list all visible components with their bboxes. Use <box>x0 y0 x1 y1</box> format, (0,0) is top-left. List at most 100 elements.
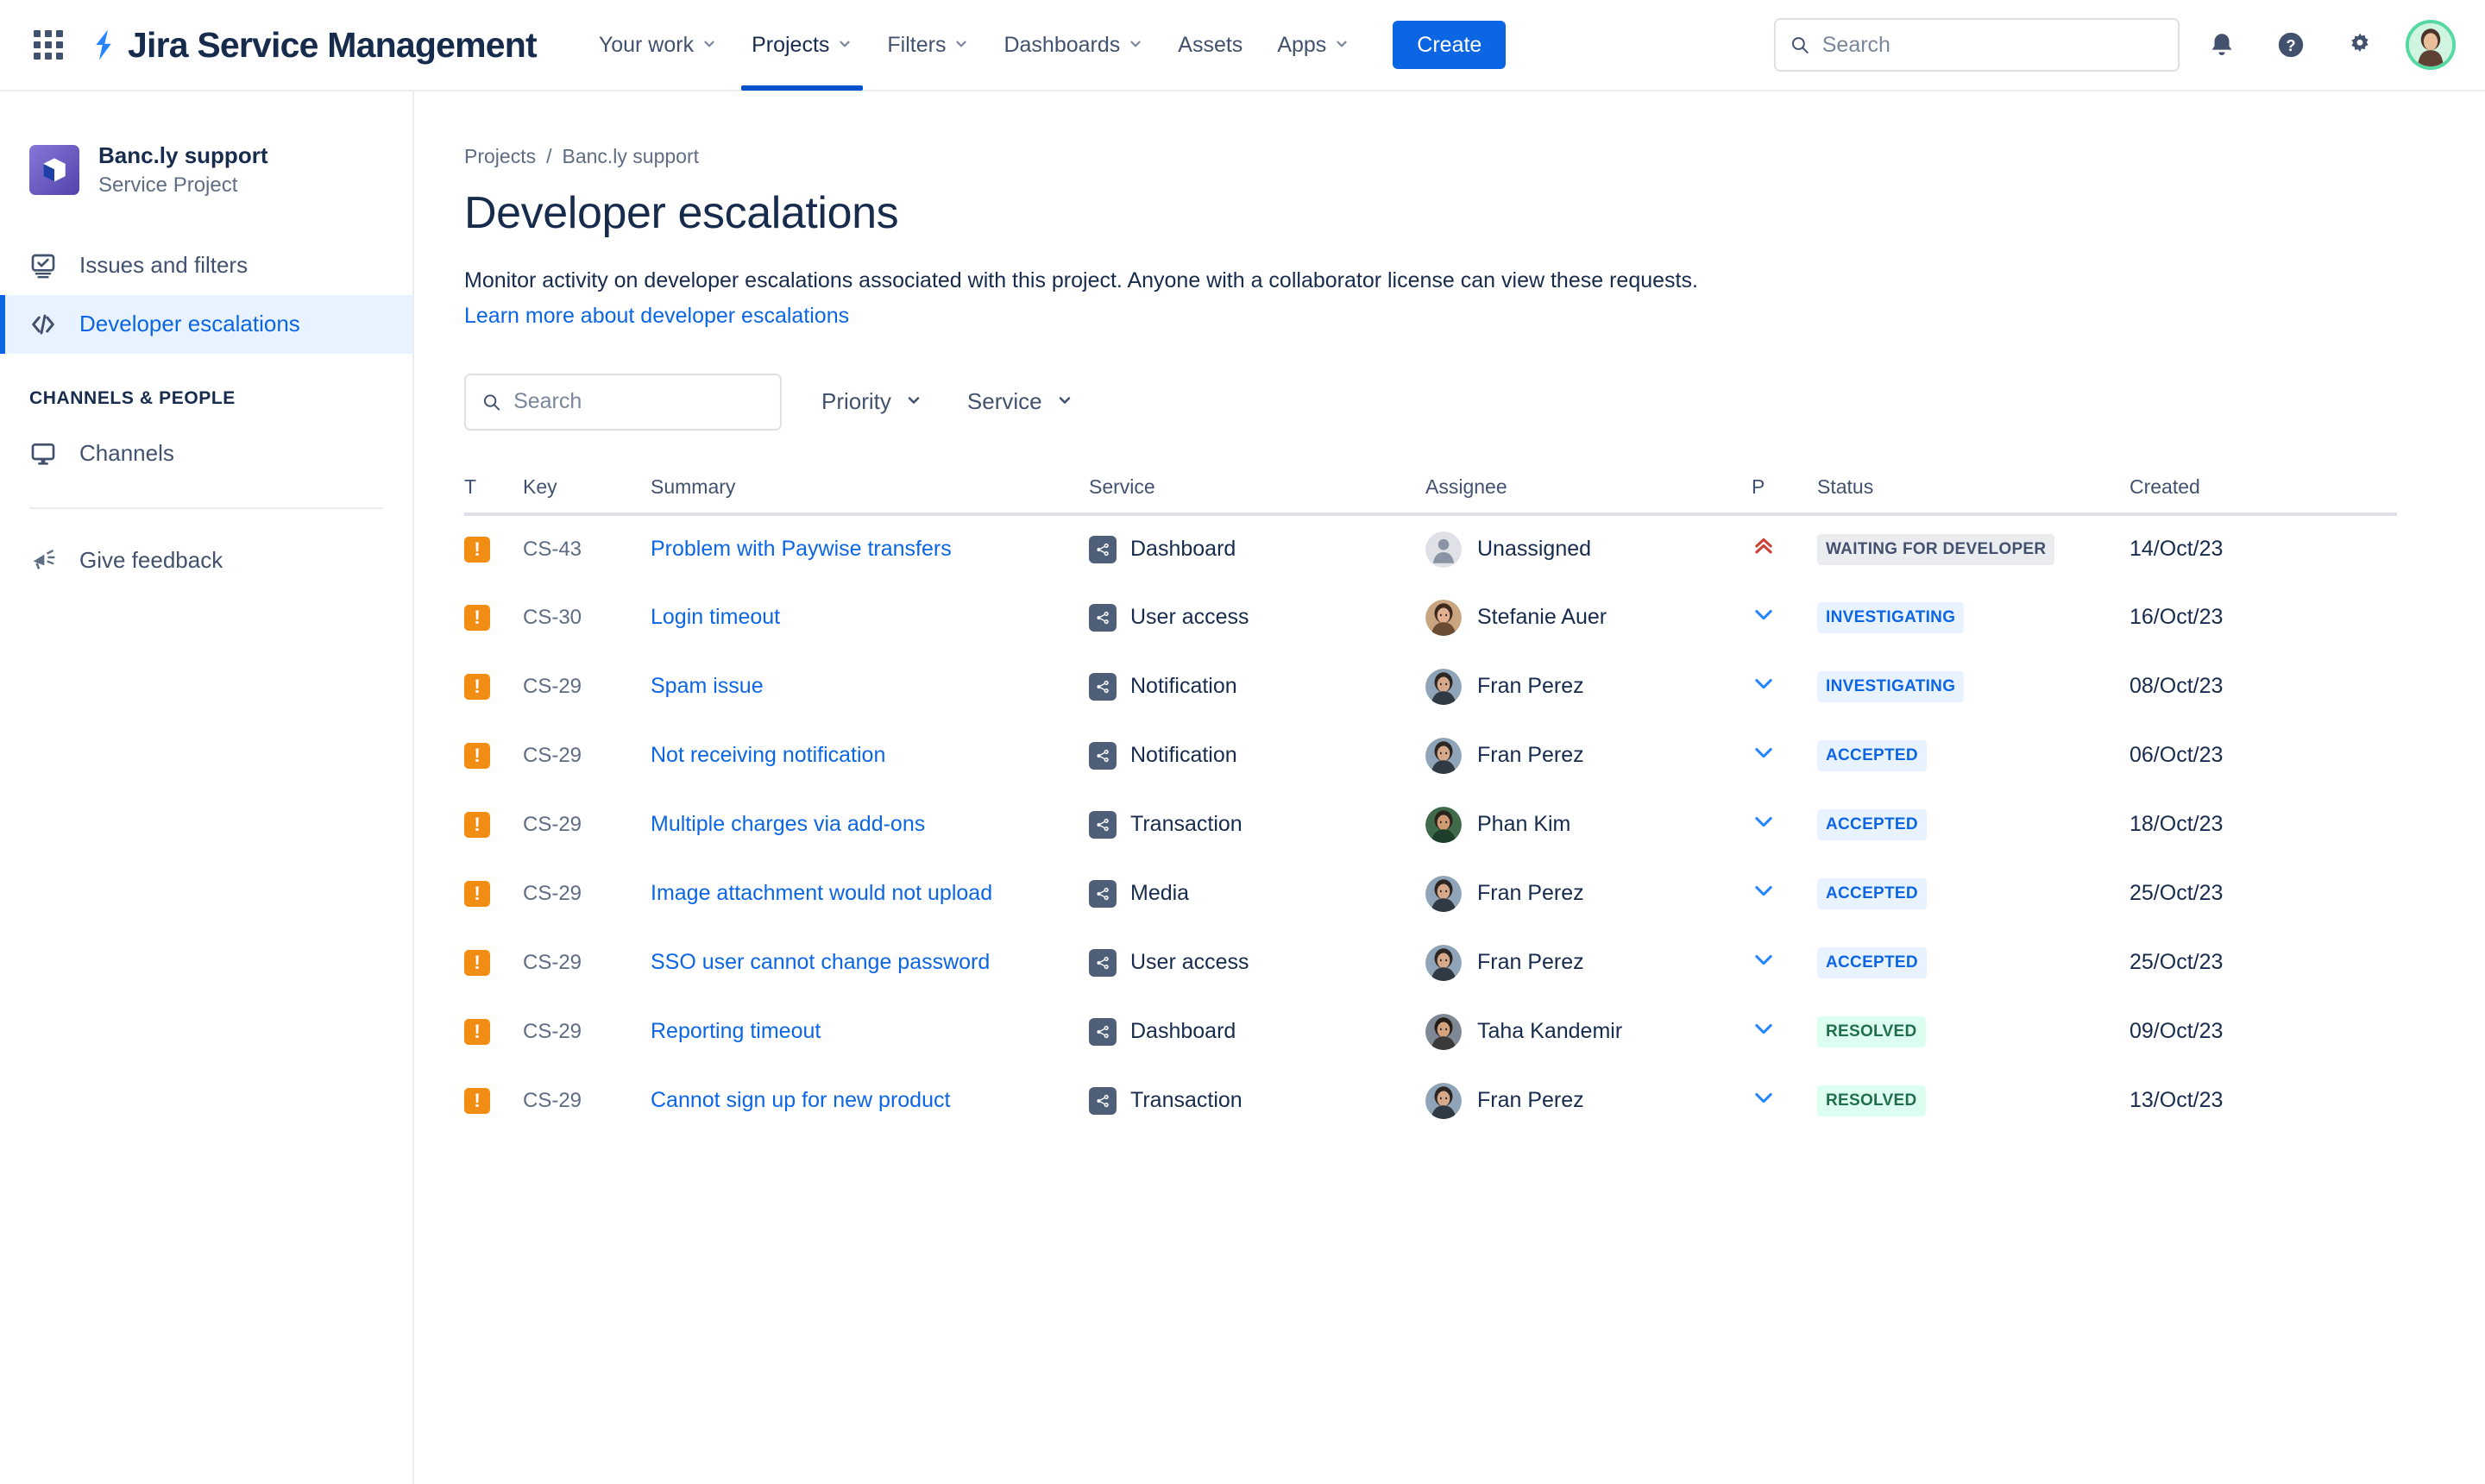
create-button[interactable]: Create <box>1393 21 1507 69</box>
assignee-name: Fran Perez <box>1477 1088 1584 1113</box>
sidebar-item-developer-escalations[interactable]: Developer escalations <box>0 294 412 354</box>
table-row[interactable]: ! CS-29 Image attachment would not upload M… <box>464 859 2397 928</box>
avatar <box>1425 737 1462 774</box>
cell-assignee: Fran Perez <box>1425 859 1752 928</box>
issue-summary-link[interactable]: Login timeout <box>651 605 780 629</box>
table-row[interactable]: ! CS-29 Reporting timeout Dashboard Taha Kan… <box>464 997 2397 1066</box>
brand-title: Jira Service Management <box>128 24 538 65</box>
status-badge: ACCEPTED <box>1817 877 1927 909</box>
avatar <box>1425 531 1462 568</box>
issue-summary-link[interactable]: Problem with Paywise transfers <box>651 537 952 561</box>
breadcrumb-item-project[interactable]: Banc.ly support <box>562 145 699 168</box>
column-header-priority[interactable]: P <box>1752 475 1817 516</box>
escalation-type-icon: ! <box>464 1018 490 1045</box>
brand-home-link[interactable]: Jira Service Management <box>86 24 538 66</box>
apps-grid-icon[interactable] <box>29 26 67 64</box>
global-search-box[interactable] <box>1774 18 2180 72</box>
learn-more-link[interactable]: Learn more about developer escalations <box>464 304 849 329</box>
table-row[interactable]: ! CS-43 Problem with Paywise transfers Dash… <box>464 514 2397 583</box>
service-name: Notification <box>1130 674 1237 699</box>
cell-assignee: Taha Kandemir <box>1425 997 1752 1066</box>
cell-key: CS-29 <box>523 1066 651 1135</box>
issue-key: CS-29 <box>523 744 582 768</box>
nav-item-label: Dashboards <box>1003 32 1121 57</box>
cell-assignee: Stefanie Auer <box>1425 583 1752 652</box>
cell-assignee: Fran Perez <box>1425 652 1752 721</box>
service-name: User access <box>1130 950 1249 975</box>
sidebar-divider <box>29 506 383 509</box>
column-header-type[interactable]: T <box>464 475 523 516</box>
service-share-icon <box>1089 879 1117 908</box>
priority-filter-dropdown[interactable]: Priority <box>816 376 928 428</box>
nav-item-your-work[interactable]: Your work <box>582 0 734 91</box>
escalations-search-input[interactable] <box>513 389 764 415</box>
cell-key: CS-29 <box>523 997 651 1066</box>
settings-gear-icon[interactable] <box>2333 18 2387 72</box>
created-date: 14/Oct/23 <box>2130 537 2224 562</box>
column-header-created[interactable]: Created <box>2130 475 2397 516</box>
issue-summary-link[interactable]: Not receiving notification <box>651 743 885 767</box>
cell-type: ! <box>464 583 523 652</box>
issue-summary-link[interactable]: Image attachment would not upload <box>651 881 992 905</box>
nav-item-assets[interactable]: Assets <box>1161 0 1260 91</box>
table-row[interactable]: ! CS-29 Multiple charges via add-ons Transa… <box>464 790 2397 859</box>
nav-item-label: Your work <box>598 32 695 57</box>
cell-status: ACCEPTED <box>1817 859 2130 928</box>
table-row[interactable]: ! CS-29 Not receiving notification Notifica… <box>464 721 2397 790</box>
created-date: 25/Oct/23 <box>2130 881 2224 906</box>
column-header-key[interactable]: Key <box>523 475 651 516</box>
table-body: ! CS-43 Problem with Paywise transfers Dash… <box>464 514 2397 1135</box>
priority-low-icon <box>1755 955 1772 965</box>
notifications-icon[interactable] <box>2195 18 2249 72</box>
sidebar-item-issues-and-filters[interactable]: Issues and filters <box>0 236 412 295</box>
table-row[interactable]: ! CS-30 Login timeout User access Stefanie A… <box>464 583 2397 652</box>
issue-summary-link[interactable]: SSO user cannot change password <box>651 950 990 974</box>
cell-created: 13/Oct/23 <box>2130 1066 2397 1135</box>
profile-avatar[interactable] <box>2406 20 2456 70</box>
table-row[interactable]: ! CS-29 Spam issue Notification Fran Perez IN… <box>464 652 2397 721</box>
table-row[interactable]: ! CS-29 Cannot sign up for new product Tran… <box>464 1066 2397 1135</box>
column-header-summary[interactable]: Summary <box>651 475 1089 516</box>
breadcrumb-item-projects[interactable]: Projects <box>464 145 536 168</box>
sidebar-item-channels[interactable]: Channels <box>0 424 412 483</box>
assignee-name: Phan Kim <box>1477 812 1571 837</box>
top-navigation-bar: Jira Service Management Your work Projec… <box>0 0 2485 91</box>
escalation-type-icon: ! <box>464 742 490 769</box>
issue-summary-link[interactable]: Reporting timeout <box>651 1019 821 1043</box>
nav-item-apps[interactable]: Apps <box>1260 0 1367 91</box>
column-header-status[interactable]: Status <box>1817 475 2130 516</box>
issue-summary-link[interactable]: Cannot sign up for new product <box>651 1088 950 1112</box>
nav-item-filters[interactable]: Filters <box>870 0 986 91</box>
chevron-down-icon <box>1128 33 1143 58</box>
cell-status: RESOLVED <box>1817 997 2130 1066</box>
help-icon[interactable]: ? <box>2264 18 2318 72</box>
assignee-name: Unassigned <box>1477 537 1592 562</box>
avatar <box>1425 875 1462 912</box>
sidebar-item-give-feedback[interactable]: Give feedback <box>0 531 412 590</box>
cell-service: User access <box>1089 928 1425 997</box>
issue-key: CS-29 <box>523 675 582 699</box>
column-header-service[interactable]: Service <box>1089 475 1425 516</box>
nav-item-label: Filters <box>887 32 947 57</box>
primary-nav: Your work Projects Filters Dashboards As… <box>582 0 1507 91</box>
service-name: Dashboard <box>1130 1019 1236 1044</box>
cell-type: ! <box>464 928 523 997</box>
issue-summary-link[interactable]: Multiple charges via add-ons <box>651 812 925 836</box>
nav-item-projects[interactable]: Projects <box>734 0 870 91</box>
project-header[interactable]: Banc.ly support Service Project <box>0 91 412 198</box>
service-filter-dropdown[interactable]: Service <box>962 376 1079 428</box>
service-share-icon <box>1089 741 1117 770</box>
cell-created: 18/Oct/23 <box>2130 790 2397 859</box>
column-header-assignee[interactable]: Assignee <box>1425 475 1752 516</box>
escalations-search-box[interactable] <box>464 373 782 431</box>
global-search-input[interactable] <box>1821 32 2164 58</box>
nav-item-dashboards[interactable]: Dashboards <box>986 0 1161 91</box>
table-row[interactable]: ! CS-29 SSO user cannot change password Use… <box>464 928 2397 997</box>
cell-key: CS-43 <box>523 514 651 583</box>
monitor-icon <box>29 440 67 468</box>
issue-summary-link[interactable]: Spam issue <box>651 674 764 698</box>
service-share-icon <box>1089 603 1117 632</box>
priority-low-icon <box>1755 610 1772 620</box>
priority-low-icon <box>1755 1024 1772 1034</box>
sidebar-item-label: Give feedback <box>79 547 223 574</box>
